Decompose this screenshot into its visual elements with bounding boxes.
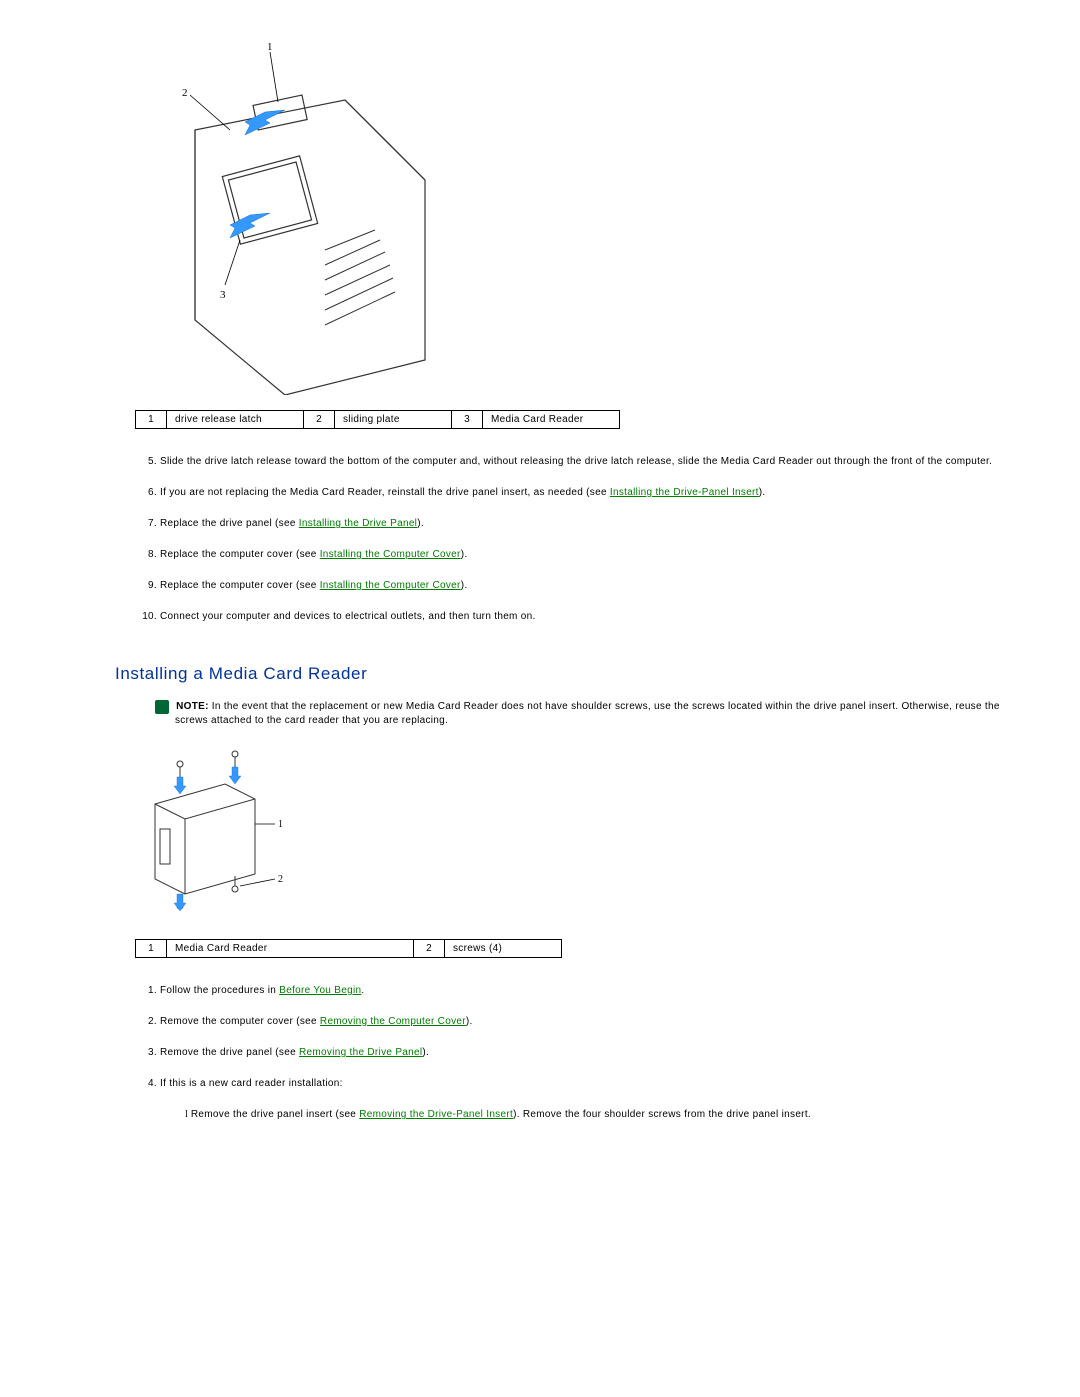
step-text: Remove the computer cover (see Removing … — [160, 1016, 473, 1027]
step-number: 4. — [135, 1076, 157, 1091]
cell-num: 3 — [452, 411, 483, 429]
figure-card-reader-screws: 1 2 — [135, 744, 285, 924]
step-text: If this is a new card reader installatio… — [160, 1078, 343, 1089]
list-item: 7.Replace the drive panel (see Installin… — [135, 516, 1040, 531]
list-item: 10.Connect your computer and devices to … — [135, 609, 1040, 624]
svg-text:3: 3 — [220, 289, 226, 301]
svg-text:1: 1 — [267, 41, 273, 53]
list-item: 4.If this is a new card reader installat… — [135, 1076, 1040, 1122]
step-number: 5. — [135, 454, 157, 469]
cell-label: drive release latch — [167, 411, 304, 429]
step-number: 6. — [135, 485, 157, 500]
note-text: In the event that the replacement or new… — [175, 701, 1000, 726]
step-text: If you are not replacing the Media Card … — [160, 487, 765, 498]
note-label: NOTE: — [176, 701, 209, 712]
cross-reference-link[interactable]: Removing the Drive-Panel Insert — [359, 1109, 513, 1120]
step-text: Connect your computer and devices to ele… — [160, 611, 536, 622]
cross-reference-link[interactable]: Removing the Drive Panel — [299, 1047, 422, 1058]
cell-label: Media Card Reader — [167, 940, 414, 958]
list-item: 3.Remove the drive panel (see Removing t… — [135, 1045, 1040, 1060]
note-icon — [155, 700, 169, 714]
step-text: Replace the drive panel (see Installing … — [160, 518, 424, 529]
svg-text:2: 2 — [278, 874, 283, 885]
cross-reference-link[interactable]: Installing the Computer Cover — [320, 549, 461, 560]
cell-label: Media Card Reader — [483, 411, 620, 429]
list-item: 6.If you are not replacing the Media Car… — [135, 485, 1040, 500]
cell-num: 1 — [136, 940, 167, 958]
section-heading-installing: Installing a Media Card Reader — [115, 664, 1040, 684]
cross-reference-link[interactable]: Installing the Drive Panel — [299, 518, 417, 529]
list-item: 8.Replace the computer cover (see Instal… — [135, 547, 1040, 562]
step-number: 10. — [135, 609, 157, 624]
figure1-callout-table: 1 drive release latch 2 sliding plate 3 … — [135, 410, 620, 429]
step-text: Slide the drive latch release toward the… — [160, 456, 992, 467]
cross-reference-link[interactable]: Before You Begin — [279, 985, 361, 996]
figure2-callout-table: 1 Media Card Reader 2 screws (4) — [135, 939, 562, 958]
cross-reference-link[interactable]: Removing the Computer Cover — [320, 1016, 466, 1027]
step-number: 3. — [135, 1045, 157, 1060]
svg-text:2: 2 — [182, 87, 188, 99]
install-steps-list: 1.Follow the procedures in Before You Be… — [135, 983, 1040, 1122]
step-text: Replace the computer cover (see Installi… — [160, 549, 467, 560]
cell-num: 2 — [304, 411, 335, 429]
step-number: 1. — [135, 983, 157, 998]
step-number: 2. — [135, 1014, 157, 1029]
list-item: 5.Slide the drive latch release toward t… — [135, 454, 1040, 469]
step-text: Follow the procedures in Before You Begi… — [160, 985, 364, 996]
cell-num: 1 — [136, 411, 167, 429]
figure-computer-chassis: 1 2 3 — [135, 40, 435, 395]
svg-text:1: 1 — [278, 819, 283, 830]
step-text: Replace the computer cover (see Installi… — [160, 580, 467, 591]
note-row: NOTE: In the event that the replacement … — [155, 700, 1000, 728]
sub-item: l Remove the drive panel insert (see Rem… — [185, 1107, 1040, 1122]
list-item: 2.Remove the computer cover (see Removin… — [135, 1014, 1040, 1029]
cell-num: 2 — [414, 940, 445, 958]
cross-reference-link[interactable]: Installing the Drive-Panel Insert — [610, 487, 759, 498]
step-number: 7. — [135, 516, 157, 531]
cross-reference-link[interactable]: Installing the Computer Cover — [320, 580, 461, 591]
step-number: 9. — [135, 578, 157, 593]
list-item: 9.Replace the computer cover (see Instal… — [135, 578, 1040, 593]
step-number: 8. — [135, 547, 157, 562]
removal-steps-list: 5.Slide the drive latch release toward t… — [135, 454, 1040, 624]
cell-label: sliding plate — [335, 411, 452, 429]
list-item: 1.Follow the procedures in Before You Be… — [135, 983, 1040, 998]
cell-label: screws (4) — [445, 940, 562, 958]
step-text: Remove the drive panel (see Removing the… — [160, 1047, 429, 1058]
